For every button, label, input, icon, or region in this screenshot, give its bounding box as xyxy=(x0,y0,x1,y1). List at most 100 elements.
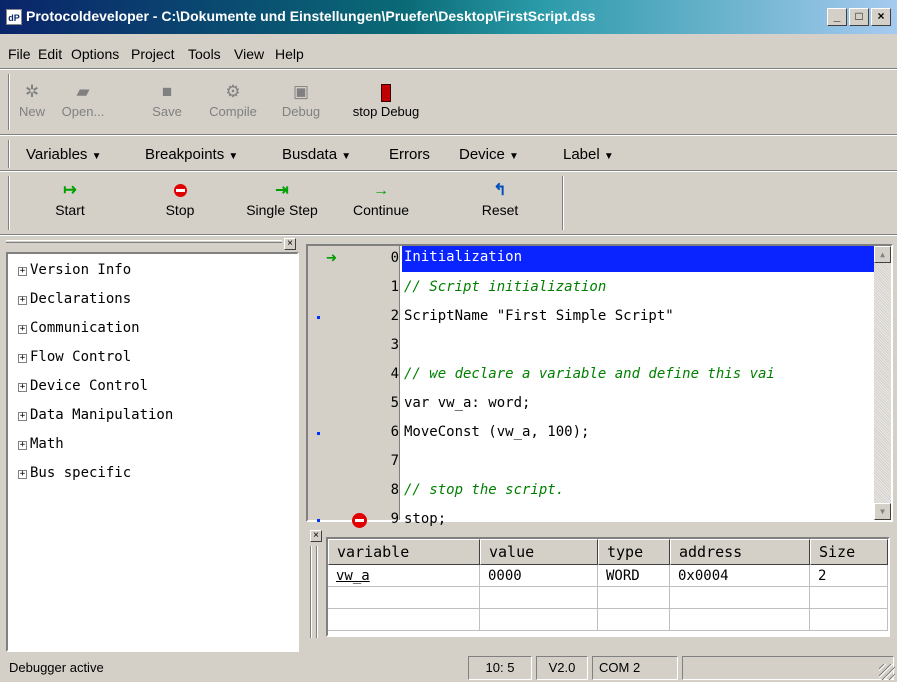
column-header-variable[interactable]: variable xyxy=(328,539,480,565)
table-cell[interactable]: WORD xyxy=(598,565,670,587)
panel-grip xyxy=(310,546,312,638)
scroll-up-icon[interactable]: ▲ xyxy=(874,246,891,263)
code-line[interactable]: 1 // Script initialization xyxy=(308,275,874,303)
variables-table[interactable]: variable value type address Size vw_a 00… xyxy=(326,537,890,637)
single-step-icon: ⇥ xyxy=(275,182,289,199)
stop-button[interactable]: Stop xyxy=(154,180,206,218)
table-cell[interactable]: 2 xyxy=(810,565,888,587)
table-cell[interactable]: 0x0004 xyxy=(670,565,810,587)
breakpoint-dot-icon[interactable] xyxy=(317,432,320,435)
column-header-address[interactable]: address xyxy=(670,539,810,565)
code-line[interactable]: 2 ScriptName "First Simple Script" xyxy=(308,304,874,332)
new-button[interactable]: ✲ New xyxy=(14,80,50,119)
table-cell[interactable] xyxy=(598,587,670,609)
status-bar: Debugger active 10: 5 V2.0 COM 2 xyxy=(0,652,897,682)
start-button[interactable]: ↦ Start xyxy=(44,180,96,218)
table-cell[interactable]: 0000 xyxy=(480,565,598,587)
compile-button[interactable]: ⚙ Compile xyxy=(202,80,264,119)
menu-project[interactable]: Project xyxy=(131,46,175,62)
expand-icon[interactable]: + xyxy=(18,383,27,392)
line-code[interactable]: MoveConst (vw_a, 100); xyxy=(404,424,589,440)
title-bar[interactable]: dP Protocoldeveloper - C:\Dokumente und … xyxy=(0,0,897,34)
line-code[interactable]: var vw_a: word; xyxy=(404,395,530,411)
column-header-type[interactable]: type xyxy=(598,539,670,565)
menu-edit[interactable]: Edit xyxy=(38,46,62,62)
menu-label[interactable]: Label ▼ xyxy=(563,146,614,163)
expand-icon[interactable]: + xyxy=(18,325,27,334)
single-step-button[interactable]: ⇥ Single Step xyxy=(236,180,328,218)
line-number: 9 xyxy=(390,511,399,527)
table-cell[interactable] xyxy=(810,587,888,609)
tree-item[interactable]: + Communication xyxy=(18,320,140,336)
menu-breakpoints[interactable]: Breakpoints ▼ xyxy=(145,146,238,163)
table-cell[interactable]: vw_a xyxy=(328,565,480,587)
expand-icon[interactable]: + xyxy=(18,441,27,450)
line-code[interactable]: stop; xyxy=(404,511,446,527)
table-cell[interactable] xyxy=(480,587,598,609)
breakpoint-dot-icon[interactable] xyxy=(317,316,320,319)
code-line[interactable]: 8 // stop the script. xyxy=(308,478,874,506)
open-button[interactable]: ▰ Open... xyxy=(58,80,108,119)
code-line[interactable]: 3 xyxy=(308,333,874,361)
tree-item[interactable]: + Version Info xyxy=(18,262,131,278)
table-cell[interactable] xyxy=(670,587,810,609)
line-code[interactable]: Initialization xyxy=(402,246,874,272)
reset-button[interactable]: ↰ Reset xyxy=(470,180,530,218)
menu-view[interactable]: View xyxy=(234,46,264,62)
save-button[interactable]: ■ Save xyxy=(144,80,190,119)
expand-icon[interactable]: + xyxy=(18,470,27,479)
menu-busdata[interactable]: Busdata ▼ xyxy=(282,146,351,163)
panel-grip xyxy=(316,546,318,638)
scroll-down-icon[interactable]: ▼ xyxy=(874,503,891,520)
line-code[interactable]: // stop the script. xyxy=(404,482,564,498)
tree-item[interactable]: + Math xyxy=(18,436,64,452)
expand-icon[interactable]: + xyxy=(18,296,27,305)
code-line[interactable]: 7 xyxy=(308,449,874,477)
code-line[interactable]: 9 stop; xyxy=(308,507,874,535)
maximize-button[interactable]: □ xyxy=(849,8,869,26)
tree-item[interactable]: + Bus specific xyxy=(18,465,131,481)
minimize-button[interactable]: _ xyxy=(827,8,847,26)
tree-item[interactable]: + Declarations xyxy=(18,291,131,307)
code-line[interactable]: 5 var vw_a: word; xyxy=(308,391,874,419)
menu-options[interactable]: Options xyxy=(71,46,119,62)
tree-item[interactable]: + Device Control xyxy=(18,378,148,394)
line-code[interactable]: // Script initialization xyxy=(404,279,606,295)
expand-icon[interactable]: + xyxy=(18,354,27,363)
code-editor[interactable]: ➜ 0 Initialization 1 // Script initializatio… xyxy=(306,244,893,528)
table-cell[interactable] xyxy=(328,587,480,609)
menu-tools[interactable]: Tools xyxy=(188,46,221,62)
resize-grip-icon[interactable] xyxy=(879,664,895,680)
column-header-value[interactable]: value xyxy=(480,539,598,565)
expand-icon[interactable]: + xyxy=(18,267,27,276)
code-line[interactable]: 4 // we declare a variable and define thi… xyxy=(308,362,874,390)
debug-button[interactable]: ▣ Debug xyxy=(274,80,328,119)
stop-debug-button[interactable]: stop Debug xyxy=(342,80,430,119)
menu-file[interactable]: File xyxy=(8,46,31,62)
table-cell[interactable] xyxy=(810,609,888,631)
table-cell[interactable] xyxy=(328,609,480,631)
table-cell[interactable] xyxy=(670,609,810,631)
table-cell[interactable] xyxy=(598,609,670,631)
table-cell[interactable] xyxy=(480,609,598,631)
line-code[interactable]: // we declare a variable and define this… xyxy=(404,366,775,382)
code-line[interactable]: ➜ 0 Initialization xyxy=(308,246,874,274)
continue-button[interactable]: → Continue xyxy=(340,180,422,218)
editor-scrollbar[interactable]: ▲ ▼ xyxy=(874,246,891,520)
code-line[interactable]: 6 MoveConst (vw_a, 100); xyxy=(308,420,874,448)
tree-item[interactable]: + Flow Control xyxy=(18,349,131,365)
menu-errors[interactable]: Errors xyxy=(389,146,430,163)
tree-item[interactable]: + Data Manipulation xyxy=(18,407,173,423)
close-icon[interactable]: × xyxy=(310,530,322,542)
column-header-size[interactable]: Size xyxy=(810,539,888,565)
expand-icon[interactable]: + xyxy=(18,412,27,421)
menu-variables[interactable]: Variables ▼ xyxy=(26,146,102,163)
chevron-down-icon: ▼ xyxy=(341,151,352,162)
menu-help[interactable]: Help xyxy=(275,46,304,62)
close-icon[interactable]: × xyxy=(284,238,296,250)
menu-device[interactable]: Device ▼ xyxy=(459,146,519,163)
close-button[interactable]: × xyxy=(871,8,891,26)
divider xyxy=(562,176,564,230)
line-code[interactable]: ScriptName "First Simple Script" xyxy=(404,308,674,324)
breakpoint-dot-icon[interactable] xyxy=(317,519,320,522)
